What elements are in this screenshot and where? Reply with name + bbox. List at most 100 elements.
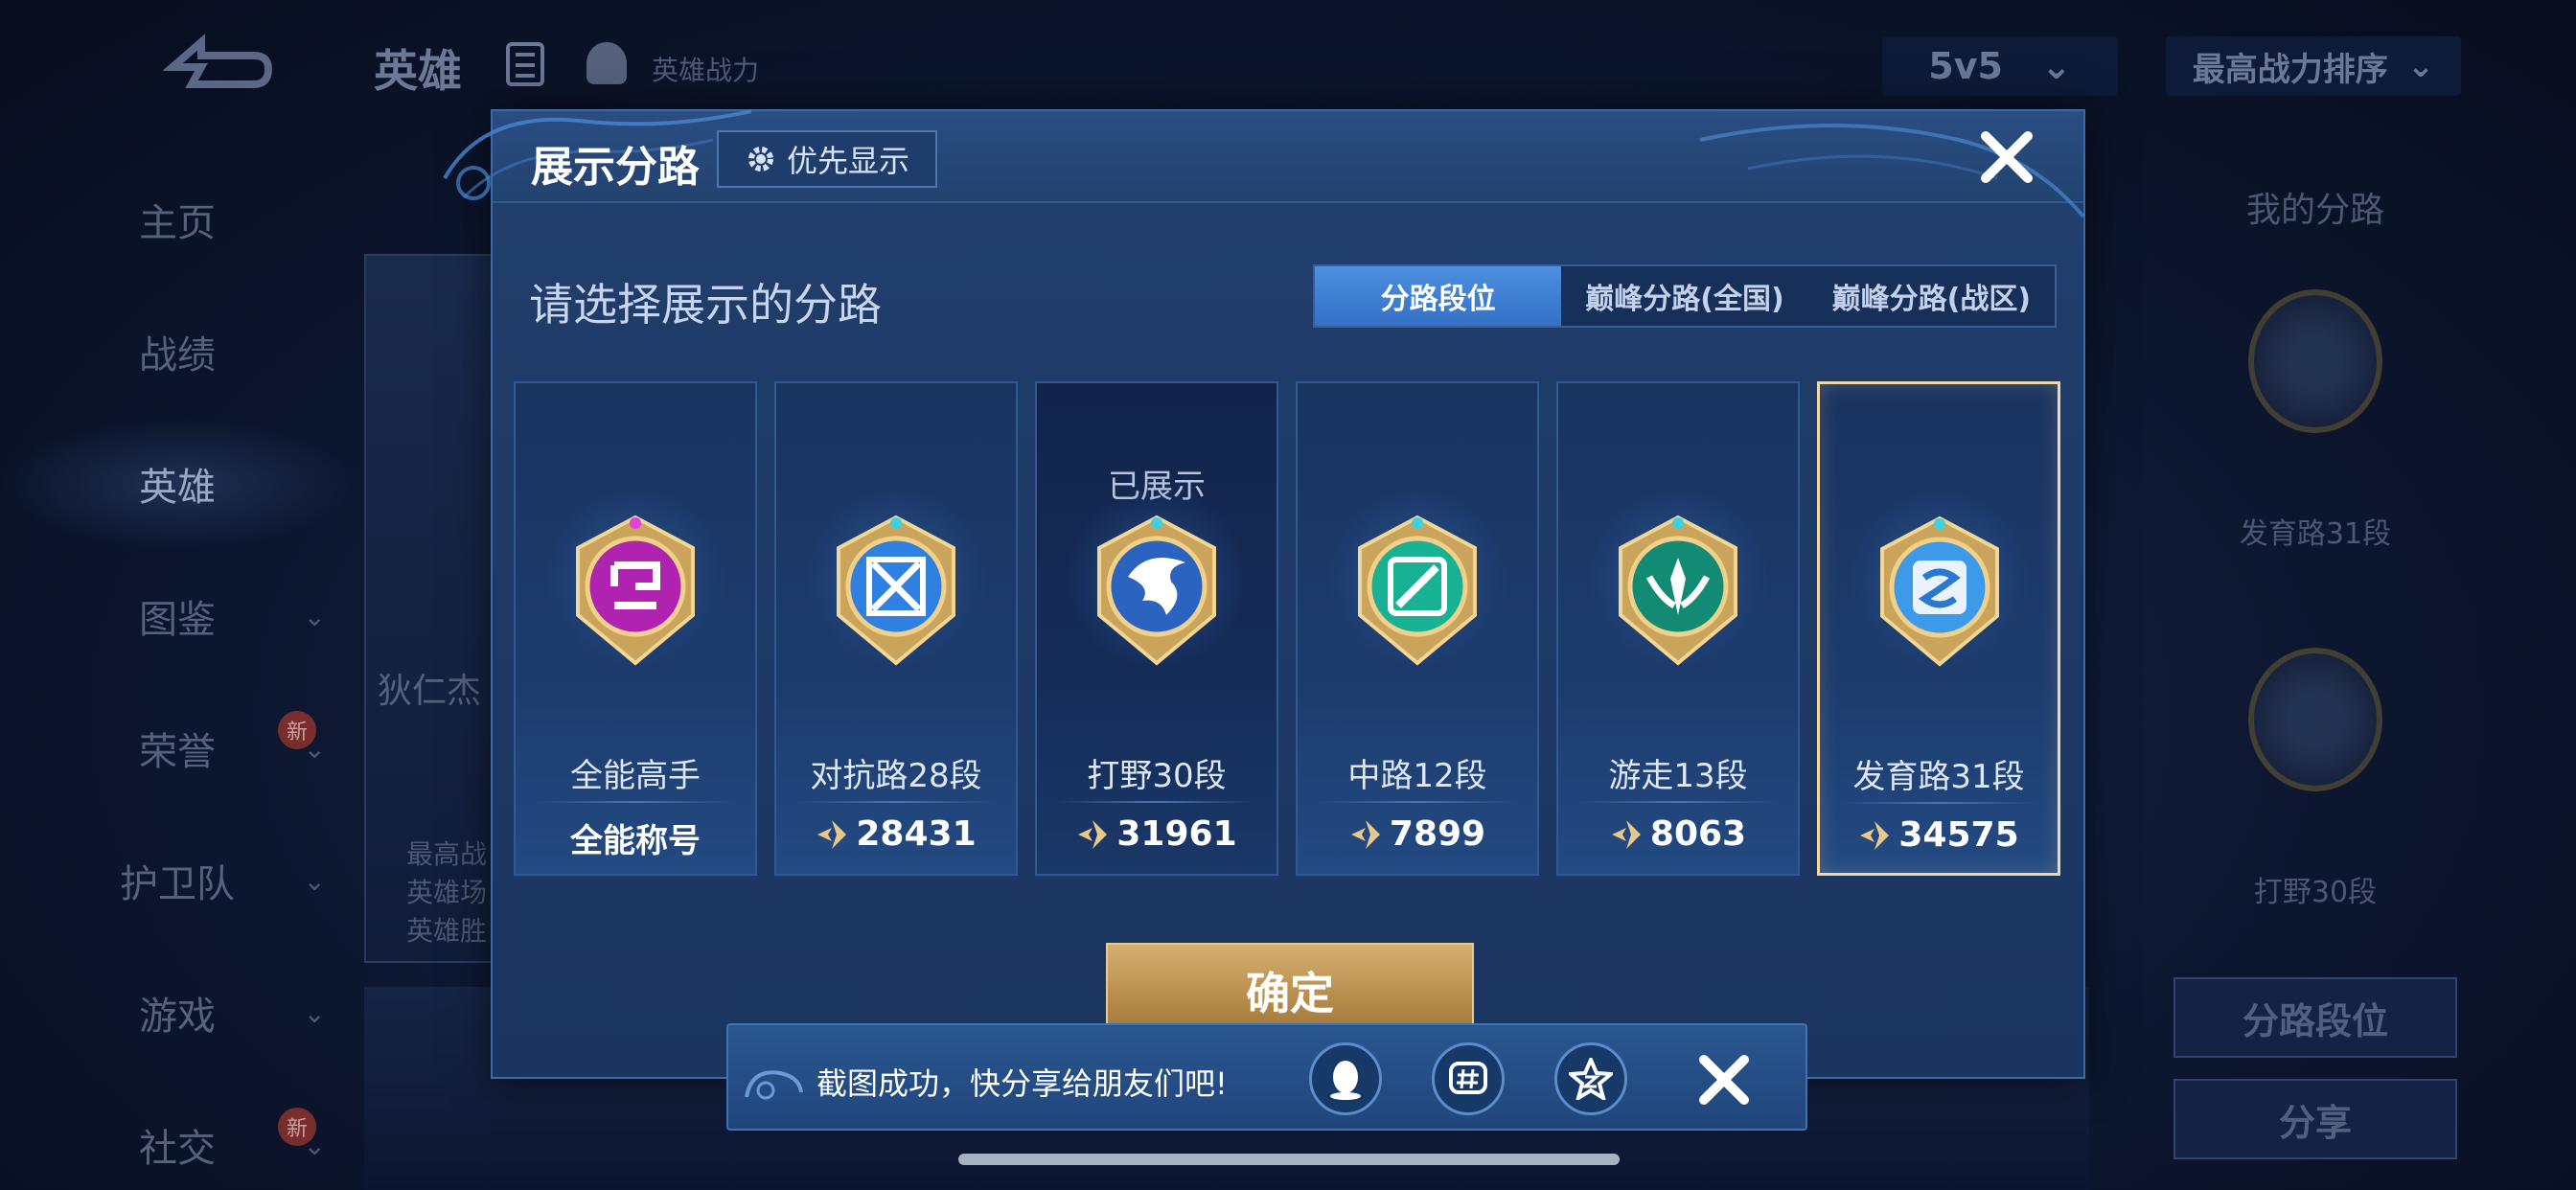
clash-lane-emblem-icon bbox=[837, 515, 955, 666]
sidebar-item-label: 图鉴 bbox=[139, 598, 216, 642]
lane-rank-label: 对抗路28段 bbox=[810, 757, 982, 795]
close-icon[interactable] bbox=[1694, 1050, 1754, 1110]
lane-display-dialog: 展示分路 优先显示 请选择展示的分路 分路段位 巅峰分路(全国) 巅峰分路(战区… bbox=[443, 109, 2085, 1079]
hashtag-icon[interactable] bbox=[1432, 1042, 1505, 1115]
sort-select[interactable]: 最高战力排序 ⌄ bbox=[2166, 36, 2461, 96]
page-title: 英雄 bbox=[374, 45, 462, 97]
gear-icon bbox=[748, 147, 773, 172]
chevron-down-icon: ⌄ bbox=[303, 1129, 326, 1161]
lane-rank-button[interactable]: 分路段位 bbox=[2174, 977, 2457, 1058]
my-lane-label: 打野30段 bbox=[2253, 876, 2378, 909]
lane-score: 全能称号 bbox=[516, 814, 755, 861]
power-icon bbox=[1860, 820, 1890, 850]
sidebar-item-codex[interactable]: 图鉴 ⌄ bbox=[0, 550, 355, 682]
lane-power-value: 34575 bbox=[1898, 815, 2019, 855]
sidebar-item-label: 社交 bbox=[139, 1127, 216, 1171]
my-lane-label: 发育路31段 bbox=[2239, 517, 2392, 551]
tab-lane-rank[interactable]: 分路段位 bbox=[1315, 266, 1562, 326]
sidebar-item-records[interactable]: 战绩 bbox=[0, 286, 355, 418]
side-nav: 主页 战绩 英雄 图鉴 ⌄ 荣誉新 ⌄ 护卫队 ⌄ 游戏 ⌄ 社交新 ⌄ bbox=[0, 153, 355, 1190]
qzone-icon[interactable] bbox=[1554, 1042, 1627, 1115]
allround-title-label: 全能称号 bbox=[570, 822, 701, 860]
priority-display-button[interactable]: 优先显示 bbox=[717, 130, 937, 188]
lane-card-roam[interactable]: 游走13段 8063 bbox=[1556, 381, 1800, 876]
lane-power-value: 7899 bbox=[1389, 814, 1486, 854]
hero-stats: 最高战 英雄场 英雄胜 bbox=[406, 835, 487, 950]
sidebar-item-social[interactable]: 社交新 ⌄ bbox=[0, 1079, 355, 1190]
lane-card-jungle[interactable]: 已展示 打野30段 31961 bbox=[1035, 381, 1278, 876]
rank-type-tabs: 分路段位 巅峰分路(全国) 巅峰分路(战区) bbox=[1313, 264, 2057, 328]
allround-emblem-icon bbox=[576, 515, 695, 666]
sidebar-item-label: 战绩 bbox=[139, 333, 216, 378]
qq-icon[interactable] bbox=[1309, 1042, 1382, 1115]
lane-score: 8063 bbox=[1558, 814, 1798, 854]
farm-lane-emblem-icon bbox=[2248, 289, 2382, 433]
screenshot-share-toast: 截图成功，快分享给朋友们吧! bbox=[726, 1023, 1807, 1131]
divider bbox=[1579, 801, 1777, 803]
lane-score: 28431 bbox=[776, 814, 1016, 854]
list-icon[interactable] bbox=[506, 42, 544, 86]
priority-display-label: 优先显示 bbox=[786, 143, 909, 179]
chevron-down-icon: ⌄ bbox=[303, 996, 326, 1029]
dialog-subtitle: 请选择展示的分路 bbox=[529, 279, 882, 331]
tab-peak-national[interactable]: 巅峰分路(全国) bbox=[1561, 266, 1807, 326]
hero-stat-line: 最高战 bbox=[406, 838, 488, 870]
tab-peak-region[interactable]: 巅峰分路(战区) bbox=[1808, 266, 2055, 326]
hero-name: 狄仁杰 bbox=[378, 672, 482, 711]
divider bbox=[1058, 801, 1255, 803]
back-arrow-icon[interactable] bbox=[163, 29, 278, 96]
power-icon bbox=[817, 819, 847, 849]
jungle-emblem-icon bbox=[2248, 648, 2382, 791]
lane-card-clash[interactable]: 对抗路28段 28431 bbox=[774, 381, 1018, 876]
close-icon[interactable] bbox=[1976, 126, 2037, 188]
sidebar-item-label: 荣誉 bbox=[139, 730, 216, 774]
sidebar-item-label: 英雄 bbox=[139, 466, 216, 510]
lane-power-value: 31961 bbox=[1116, 814, 1237, 854]
lane-score: 34575 bbox=[1820, 815, 2058, 855]
lane-card-farm[interactable]: 发育路31段 34575 bbox=[1817, 381, 2060, 876]
share-button[interactable]: 分享 bbox=[2174, 1079, 2457, 1159]
lane-power-value: 8063 bbox=[1649, 814, 1747, 854]
sidebar-item-label: 护卫队 bbox=[120, 862, 235, 906]
lane-card-allround[interactable]: 全能高手 全能称号 bbox=[514, 381, 757, 876]
divider bbox=[1319, 801, 1516, 803]
my-lanes-title: 我的分路 bbox=[2245, 191, 2384, 230]
chevron-down-icon: ⌄ bbox=[2040, 45, 2072, 87]
toast-message: 截图成功，快分享给朋友们吧! bbox=[816, 1065, 1228, 1102]
mode-select[interactable]: 5v5 ⌄ bbox=[1882, 36, 2118, 96]
helmet-icon bbox=[586, 42, 627, 84]
lane-card-mid[interactable]: 中路12段 7899 bbox=[1296, 381, 1539, 876]
lane-card-list: 全能高手 全能称号 对抗路28段 28431 已展示 打野30段 31961 中… bbox=[514, 381, 2076, 876]
sidebar-item-honor[interactable]: 荣誉新 ⌄ bbox=[0, 682, 355, 814]
lane-rank-label: 发育路31段 bbox=[1852, 758, 2025, 796]
sidebar-item-guard[interactable]: 护卫队 ⌄ bbox=[0, 814, 355, 947]
jungle-emblem-icon bbox=[1097, 515, 1216, 666]
divider bbox=[1841, 802, 2036, 804]
lane-score: 7899 bbox=[1298, 814, 1537, 854]
home-indicator[interactable] bbox=[958, 1154, 1620, 1165]
mode-select-value: 5v5 bbox=[1928, 45, 2003, 87]
lane-rank-label: 中路12段 bbox=[1347, 757, 1487, 795]
chevron-down-icon: ⌄ bbox=[303, 600, 326, 632]
hero-power-label[interactable]: 英雄战力 bbox=[652, 50, 759, 88]
farm-lane-emblem-icon bbox=[1880, 515, 1999, 667]
hero-stat-line: 英雄场 bbox=[406, 877, 488, 908]
power-icon bbox=[1350, 819, 1380, 849]
mid-lane-emblem-icon bbox=[1358, 515, 1477, 666]
roam-emblem-icon bbox=[1619, 515, 1737, 666]
sidebar-item-home[interactable]: 主页 bbox=[0, 153, 355, 286]
divider bbox=[537, 801, 734, 803]
lane-rank-label: 游走13段 bbox=[1608, 757, 1748, 795]
sidebar-item-label: 主页 bbox=[139, 201, 216, 245]
sidebar-item-heroes[interactable]: 英雄 bbox=[0, 418, 355, 550]
power-icon bbox=[1611, 819, 1641, 849]
sidebar-item-label: 游戏 bbox=[139, 995, 216, 1039]
divider bbox=[797, 801, 995, 803]
chevron-down-icon: ⌄ bbox=[303, 732, 326, 765]
sort-select-value: 最高战力排序 bbox=[2192, 50, 2388, 89]
lane-score: 31961 bbox=[1037, 814, 1276, 854]
sidebar-item-games[interactable]: 游戏 ⌄ bbox=[0, 947, 355, 1079]
chevron-down-icon: ⌄ bbox=[303, 864, 326, 897]
hero-stat-line: 英雄胜 bbox=[406, 915, 488, 947]
cloud-swirl-icon bbox=[745, 1070, 803, 1100]
